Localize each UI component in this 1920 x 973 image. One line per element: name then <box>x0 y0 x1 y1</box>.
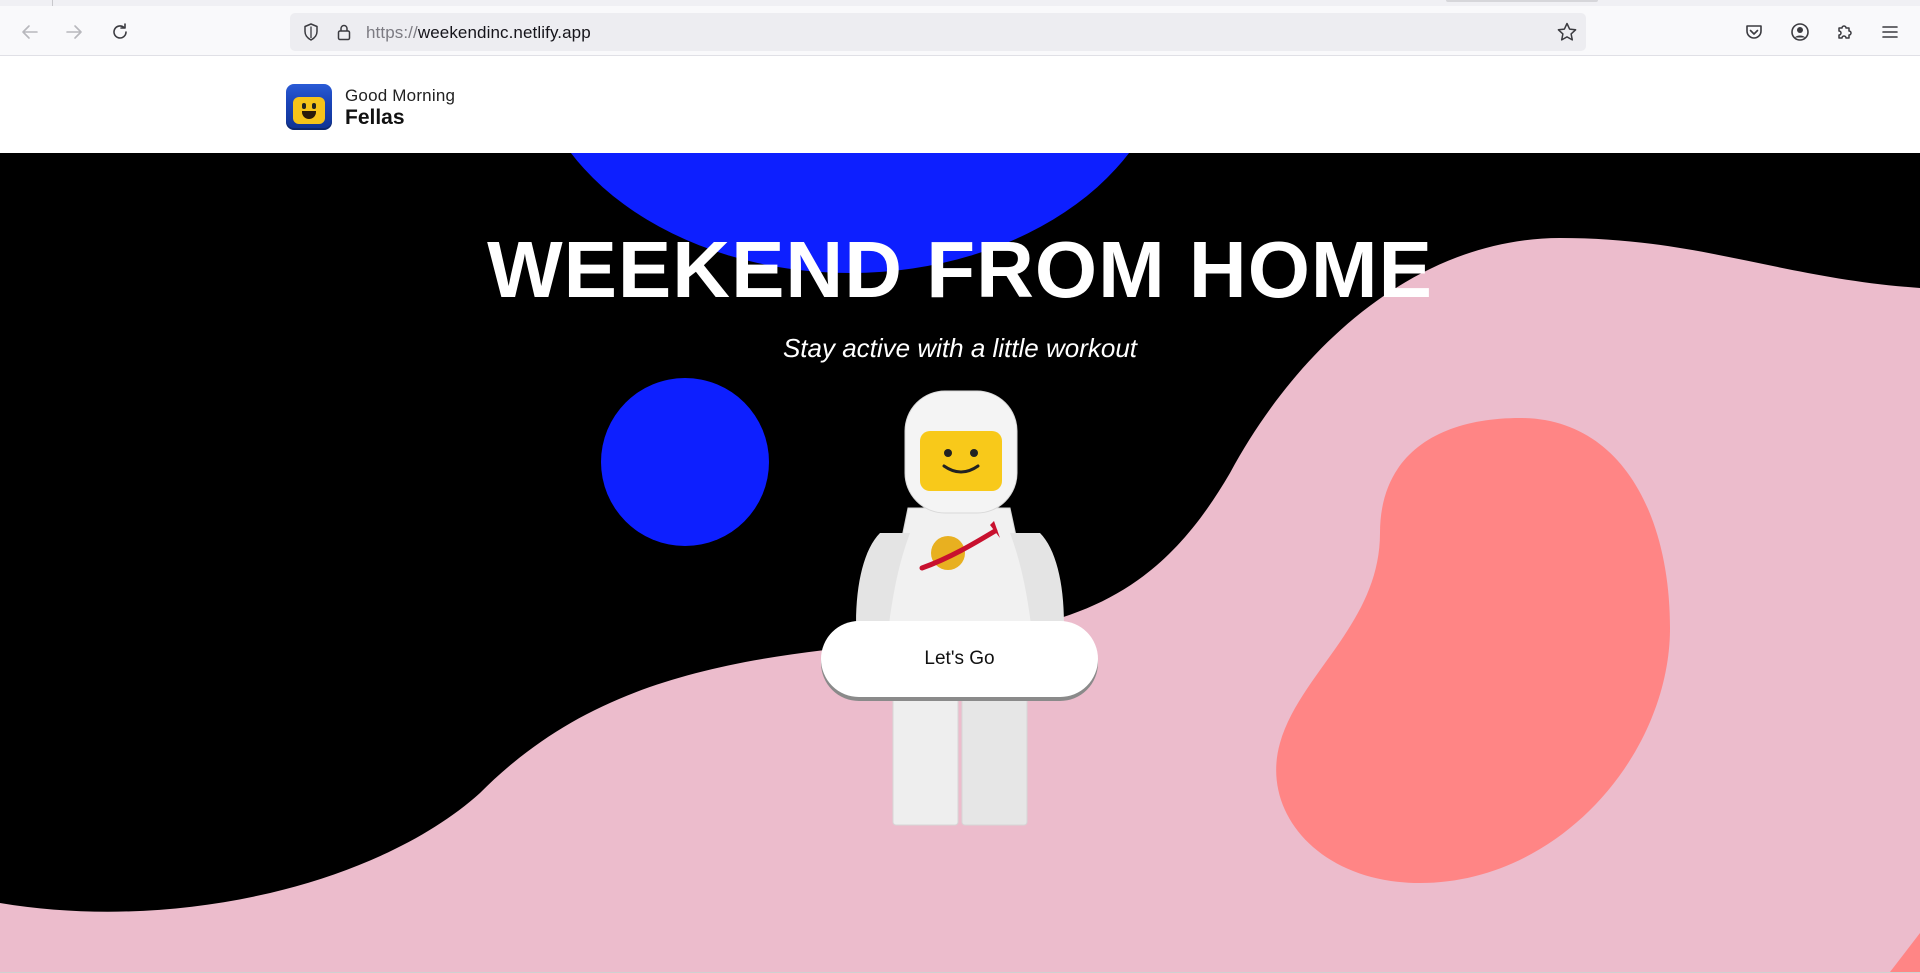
hamburger-icon <box>1882 26 1898 38</box>
hero-headline: WEEKEND FROM HOME <box>487 225 1433 314</box>
reload-icon <box>113 23 127 39</box>
brand-name: Fellas <box>345 106 405 129</box>
back-button[interactable] <box>14 16 46 48</box>
account-icon <box>1791 23 1809 41</box>
url-scheme: https:// <box>366 23 418 42</box>
url-text[interactable]: https://weekendinc.netlify.app <box>366 23 591 43</box>
star-icon[interactable] <box>1556 21 1578 43</box>
logo-face <box>293 97 325 124</box>
address-bar[interactable]: https://weekendinc.netlify.app <box>290 13 1586 51</box>
smiling-minifig-logo-icon[interactable] <box>286 84 332 130</box>
logo-eye <box>312 103 316 109</box>
pocket-button[interactable] <box>1742 20 1766 44</box>
brand-tagline: Good Morning <box>345 86 456 105</box>
lock-icon[interactable] <box>334 22 354 42</box>
url-host: weekendinc.netlify.app <box>417 23 591 42</box>
arrow-right-icon <box>66 25 82 39</box>
hero-subline: Stay active with a little workout <box>782 333 1138 363</box>
lets-go-button[interactable]: Let's Go <box>821 621 1098 697</box>
pocket-icon <box>1746 25 1762 39</box>
forward-button[interactable] <box>58 16 90 48</box>
account-button[interactable] <box>1788 20 1812 44</box>
site-header: Good Morning Fellas <box>0 57 1920 153</box>
puzzle-icon <box>1838 25 1852 39</box>
logo-mouth <box>302 111 316 119</box>
extensions-button[interactable] <box>1833 20 1857 44</box>
browser-toolbar: https://weekendinc.netlify.app <box>0 6 1920 56</box>
logo-eye <box>302 103 306 109</box>
hero-section: WEEKEND FROM HOME Stay active with a lit… <box>0 153 1920 972</box>
shield-icon[interactable] <box>301 22 321 42</box>
blue-planet-small <box>601 378 769 546</box>
reload-button[interactable] <box>104 16 136 48</box>
menu-button[interactable] <box>1878 20 1902 44</box>
arrow-left-icon <box>22 25 38 39</box>
tab-edge <box>1446 0 1598 2</box>
